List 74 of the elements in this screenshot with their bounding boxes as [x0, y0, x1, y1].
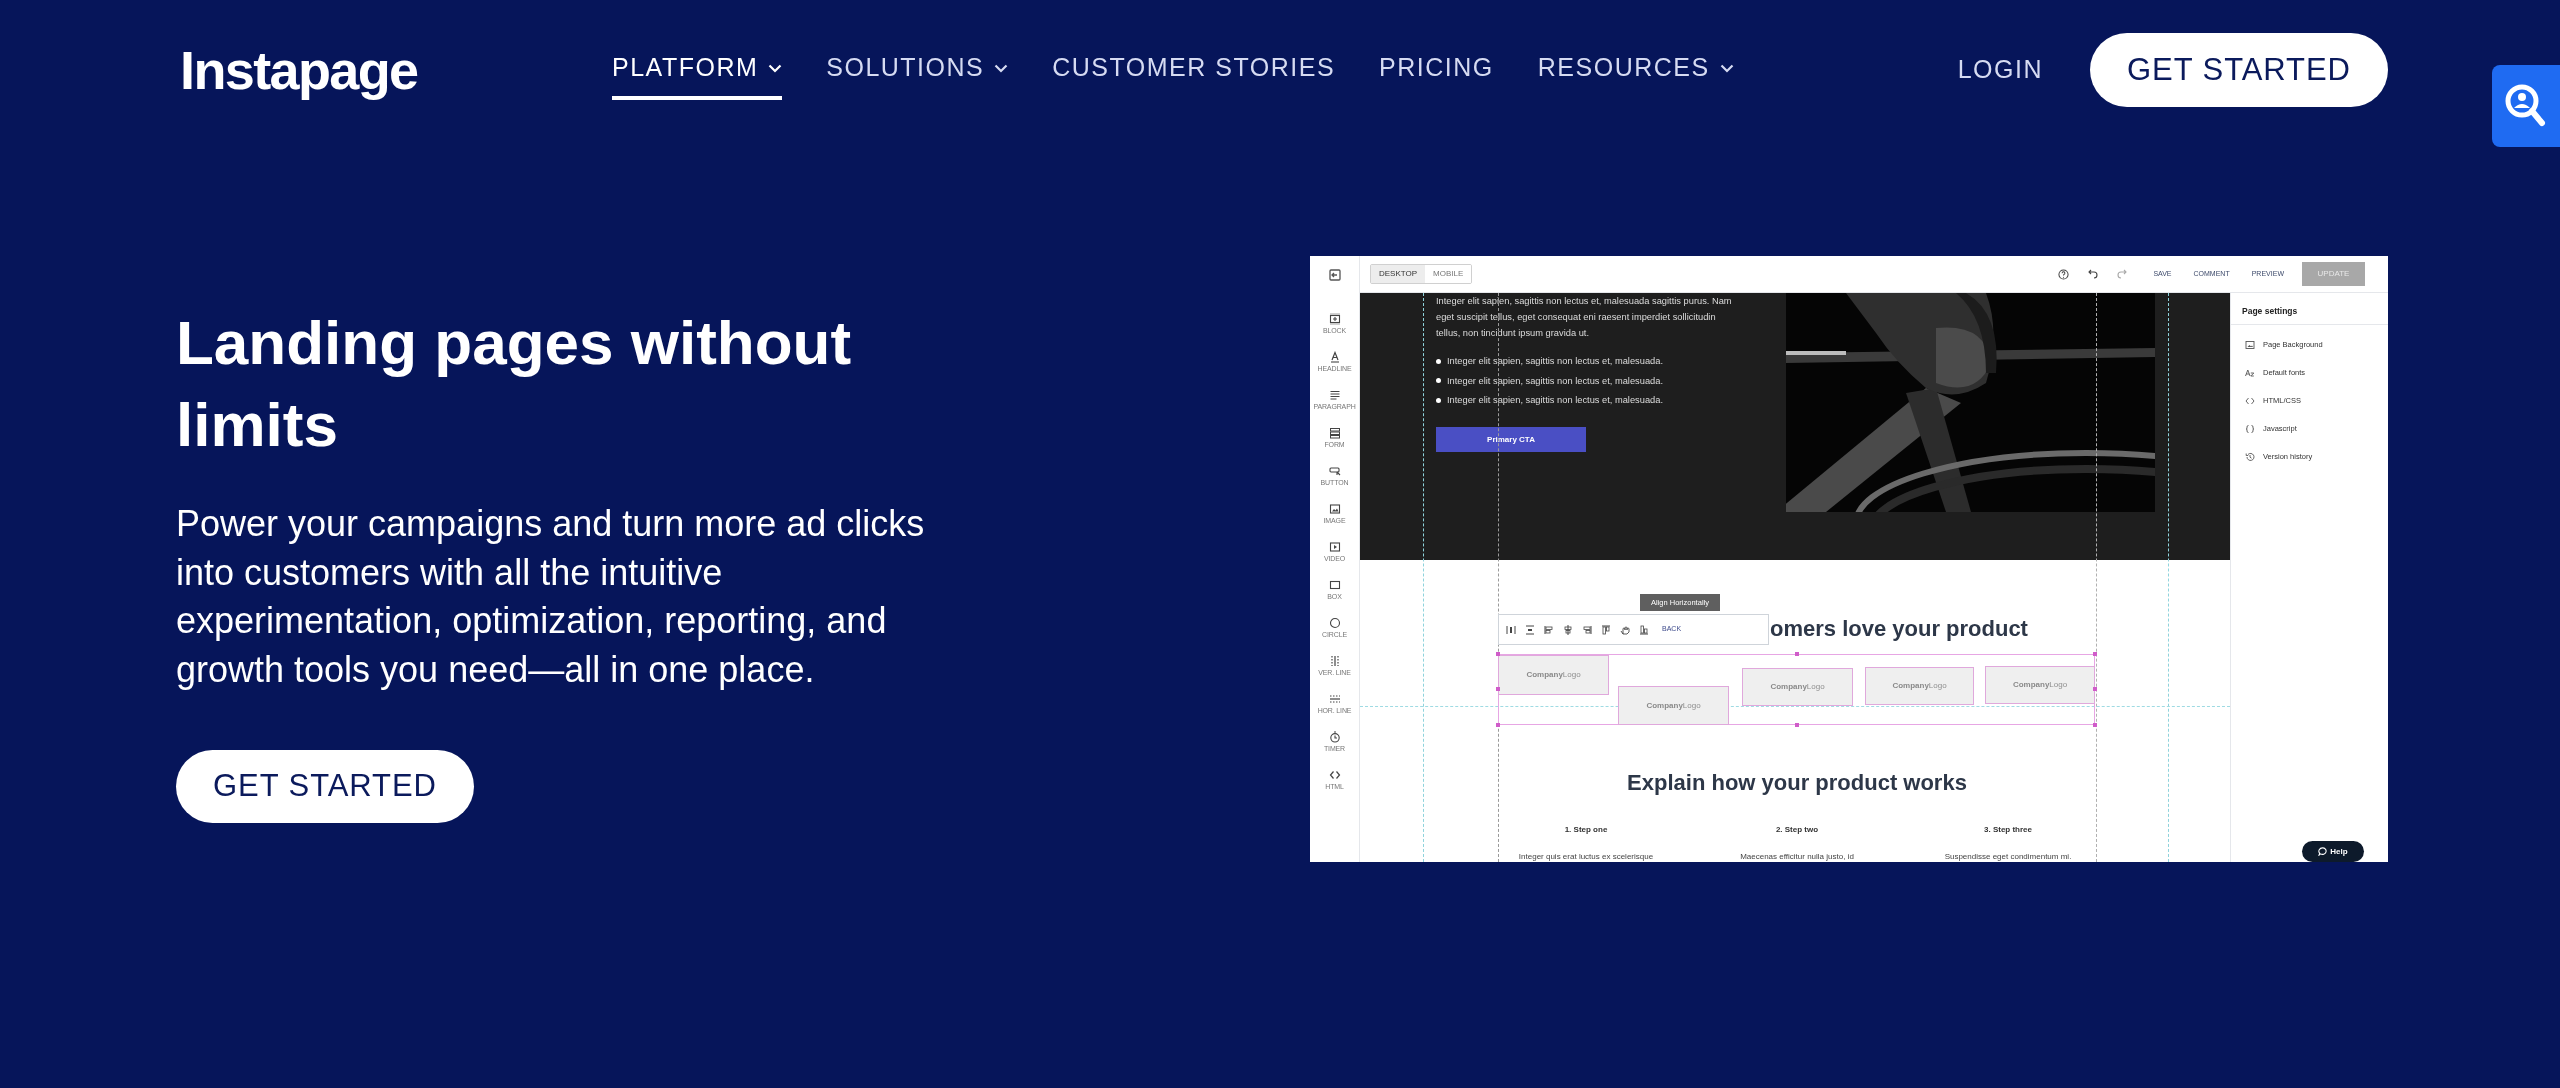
- search-person-icon: [2504, 83, 2546, 129]
- resize-handle[interactable]: [1795, 723, 1799, 727]
- search-person-button[interactable]: [2492, 65, 2560, 147]
- logo-text: CompanyLogo: [2012, 679, 2068, 691]
- timer-icon: [1328, 731, 1341, 743]
- section-heading: Explain how your product works: [1626, 769, 1968, 797]
- align-top-icon[interactable]: [1601, 624, 1611, 635]
- step-text: Integer quis erat luctus ex scelerisque: [1517, 851, 1655, 862]
- nav-link[interactable]: PRICING: [1379, 40, 1494, 100]
- align-right-icon[interactable]: [1582, 624, 1592, 635]
- form-icon: [1328, 427, 1341, 439]
- add-block-icon: [1328, 313, 1341, 325]
- nav-link[interactable]: SOLUTIONS: [826, 40, 1009, 100]
- align-left-icon[interactable]: [1544, 624, 1554, 635]
- undo-icon[interactable]: [2088, 269, 2099, 279]
- login-link[interactable]: LOGIN: [1957, 51, 2043, 89]
- resize-handle[interactable]: [2093, 687, 2097, 691]
- hero-heading: Landing pages without limits: [176, 307, 853, 461]
- code-icon: [1328, 769, 1341, 781]
- resize-handle[interactable]: [1496, 687, 1500, 691]
- logo[interactable]: Instapage: [180, 29, 450, 111]
- resize-handle[interactable]: [2093, 723, 2097, 727]
- fonts-icon: [2245, 368, 2255, 378]
- distribute-icon[interactable]: [1525, 624, 1535, 635]
- code-icon: [2245, 396, 2255, 406]
- resize-handle[interactable]: [1795, 652, 1799, 656]
- nav-link[interactable]: RESOURCES: [1537, 40, 1734, 100]
- circle-icon: [1328, 617, 1341, 629]
- logo-text: CompanyLogo: [1892, 680, 1947, 692]
- step-title: 3. Step three: [1983, 824, 2033, 836]
- video-icon: [1328, 541, 1341, 553]
- logo-text: CompanyLogo: [1526, 669, 1581, 681]
- resize-handle[interactable]: [2093, 652, 2097, 656]
- logo-text: CompanyLogo: [1770, 681, 1825, 693]
- help-icon[interactable]: [2058, 268, 2070, 280]
- button-icon: [1328, 465, 1341, 477]
- exit-icon[interactable]: [1328, 268, 1341, 281]
- get-started-button[interactable]: GET STARTED: [2090, 33, 2388, 107]
- resize-handle[interactable]: [1496, 652, 1500, 656]
- intro-text: Integer elit sapien, sagittis non lectus et, malesuada sagittis purus. Nam eget suscipit tellus, eget consequat eni raesent imperdiet sollicitudin tellus, non tincidunt ipsum gravida ut.: [1436, 295, 1732, 340]
- nav-link[interactable]: CUSTOMER STORIES: [1052, 40, 1336, 100]
- step-title: 2. Step two: [1774, 824, 1820, 836]
- panel-title: Page settings: [2231, 293, 2388, 325]
- get-started-button[interactable]: GET STARTED: [176, 750, 474, 823]
- bullet-text: Integer elit sapien, sagittis non lectus et, malesuada.: [1447, 374, 1664, 387]
- box-icon: [1328, 579, 1341, 591]
- bullet-icon: [1436, 378, 1441, 383]
- section-heading: omers love your product: [1770, 615, 2028, 643]
- view-tab[interactable]: DESKTOP: [1371, 265, 1426, 283]
- hero-description: Power your campaigns and turn more ad clicks into customers with all the intuitive experimentation, optimization, reporting, and growth tools you need—all in one place.: [176, 502, 926, 692]
- bullet-text: Integer elit sapien, sagittis non lectus et, malesuada.: [1447, 355, 1664, 367]
- primary-cta-button[interactable]: Primary CTA: [1436, 427, 1586, 452]
- horizontal-lines-icon: [1328, 693, 1341, 705]
- step-text: Maecenas efficitur nulla justo, id: [1739, 851, 1855, 862]
- align-center-icon[interactable]: [1563, 624, 1573, 635]
- image-icon: [1328, 503, 1341, 515]
- align-bottom-icon[interactable]: [1639, 624, 1649, 635]
- step-text: Suspendisse eget condimentum mi.: [1943, 851, 2073, 862]
- help-button[interactable]: Help: [2302, 841, 2364, 862]
- image-icon: [2245, 340, 2255, 350]
- history-icon: [2245, 452, 2255, 462]
- paragraph-icon: [1328, 389, 1341, 401]
- headline-icon: [1328, 351, 1341, 363]
- bullet-icon: [1436, 358, 1441, 364]
- braces-icon: [2245, 424, 2255, 434]
- vertical-lines-icon: [1328, 655, 1341, 667]
- resize-handle[interactable]: [1496, 723, 1500, 727]
- step-title: 1. Step one: [1563, 824, 1609, 836]
- chat-icon: [2318, 847, 2328, 856]
- distribute-icon[interactable]: [1506, 624, 1516, 635]
- bullet-icon: [1436, 397, 1441, 403]
- nav-link[interactable]: PLATFORM: [612, 40, 783, 100]
- bullet-text: Integer elit sapien, sagittis non lectus et, malesuada.: [1447, 394, 1664, 406]
- logo-text: CompanyLogo: [1646, 699, 1701, 712]
